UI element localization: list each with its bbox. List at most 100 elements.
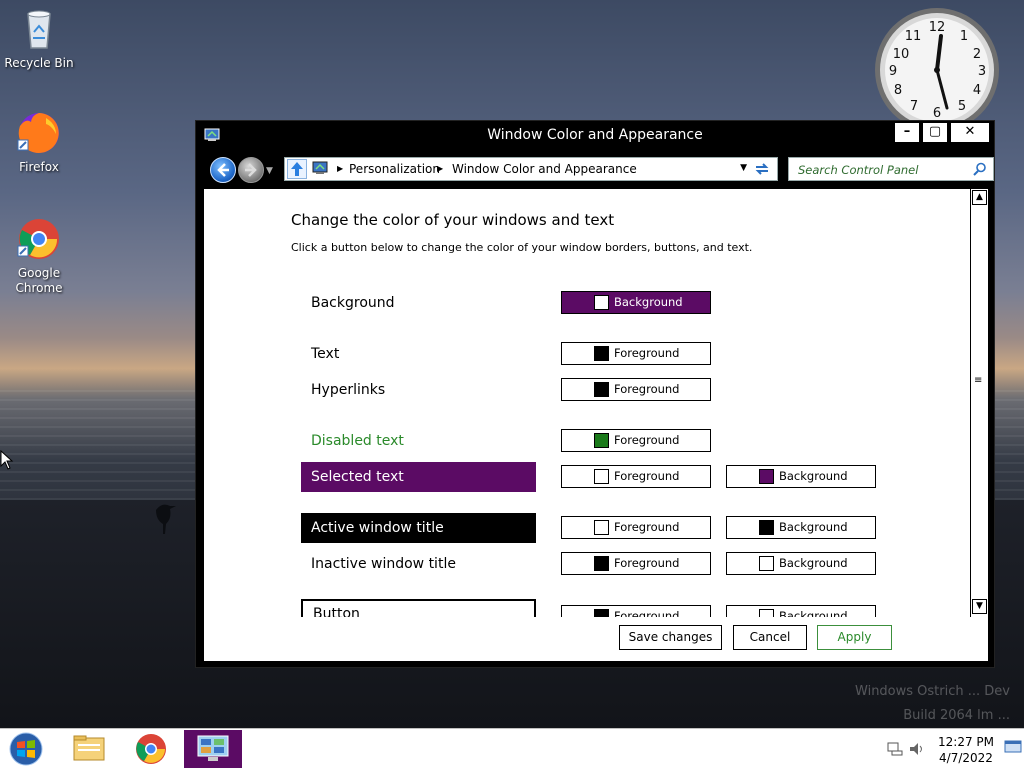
address-dropdown-icon[interactable]: ▼ <box>740 163 747 173</box>
watermark-line1: Windows Ostrich ... Dev <box>855 684 1010 699</box>
clock-date: 4/7/2022 <box>939 751 993 765</box>
close-button[interactable]: ✕ <box>950 122 990 143</box>
minimize-icon: – <box>903 124 911 139</box>
disabled-text-foreground-button[interactable]: Foreground <box>561 429 711 452</box>
breadcrumb-window-color-appearance[interactable]: Window Color and Appearance <box>452 162 637 176</box>
selected-text-foreground-button[interactable]: Foreground <box>561 465 711 488</box>
desktop-icon-recycle-bin[interactable]: Recycle Bin <box>1 6 77 71</box>
scroll-down-icon[interactable]: ▼ <box>972 599 987 614</box>
row-label-active-window-title: Active window title <box>301 513 536 543</box>
button-label: Foreground <box>614 469 680 483</box>
volume-icon[interactable] <box>908 741 926 757</box>
button-label: Background <box>779 520 848 534</box>
clock-gadget[interactable]: 1212 345 678 91011 <box>873 6 1001 134</box>
maximize-button[interactable]: ▢ <box>922 122 948 143</box>
close-icon: ✕ <box>964 124 976 139</box>
minimize-button[interactable]: – <box>894 122 920 143</box>
inactive-title-foreground-button[interactable]: Foreground <box>561 552 711 575</box>
window-color-appearance-window: Window Color and Appearance – ▢ ✕ ▼ ▶ Pe… <box>195 120 995 668</box>
maximize-icon: ▢ <box>928 124 942 139</box>
button-label: Foreground <box>614 346 680 360</box>
forward-arrow-icon <box>245 163 257 177</box>
svg-text:12: 12 <box>929 20 946 35</box>
start-button[interactable] <box>6 731 46 767</box>
desktop-icon-label: Google Chrome <box>15 266 63 295</box>
button-foreground-button[interactable]: Foreground <box>561 605 711 617</box>
firefox-icon <box>16 110 62 156</box>
button-background-button[interactable]: Background <box>726 605 876 617</box>
svg-text:4: 4 <box>973 83 981 98</box>
search-icon[interactable] <box>973 162 987 176</box>
desktop-icon-firefox[interactable]: Firefox <box>1 110 77 175</box>
control-panel-icon <box>197 735 229 761</box>
row-label-button: Button <box>301 599 536 617</box>
taskbar-control-panel[interactable] <box>184 730 242 768</box>
chrome-icon <box>136 734 166 764</box>
save-changes-button[interactable]: Save changes <box>619 625 722 650</box>
taskbar-file-explorer[interactable] <box>60 730 118 768</box>
title-bar[interactable]: Window Color and Appearance – ▢ ✕ <box>196 121 994 151</box>
vertical-scrollbar[interactable]: ▲ ≡ ▼ <box>970 189 988 617</box>
svg-text:1: 1 <box>960 29 968 44</box>
row-label-hyperlinks: Hyperlinks <box>311 382 386 398</box>
color-swatch <box>594 609 609 617</box>
svg-text:11: 11 <box>905 29 922 44</box>
search-box[interactable]: Search Control Panel <box>788 157 994 181</box>
show-desktop-icon[interactable] <box>1004 739 1022 755</box>
clock-time: 12:27 PM <box>938 735 994 749</box>
breadcrumb-personalization[interactable]: Personalization <box>349 162 440 176</box>
svg-text:6: 6 <box>933 106 941 121</box>
button-label: Background <box>779 556 848 570</box>
active-title-background-button[interactable]: Background <box>726 516 876 539</box>
taskbar-clock[interactable]: 12:27 PM 4/7/2022 <box>938 734 994 766</box>
back-button[interactable] <box>210 157 236 183</box>
watermark-line2: Build 2064 lm ... <box>903 708 1010 723</box>
control-panel-icon <box>312 161 328 174</box>
color-swatch <box>594 295 609 310</box>
refresh-icon[interactable] <box>753 160 771 178</box>
color-swatch <box>759 556 774 571</box>
wallpaper-bird <box>156 504 176 534</box>
up-arrow-icon <box>291 162 303 176</box>
network-icon[interactable] <box>886 741 904 757</box>
forward-button[interactable] <box>238 157 264 183</box>
inactive-title-background-button[interactable]: Background <box>726 552 876 575</box>
button-label: Background <box>779 469 848 483</box>
color-swatch <box>594 382 609 397</box>
svg-text:2: 2 <box>973 47 981 62</box>
text-foreground-button[interactable]: Foreground <box>561 342 711 365</box>
svg-text:7: 7 <box>910 99 918 114</box>
color-swatch <box>594 556 609 571</box>
scroll-thumb-grip-icon[interactable]: ≡ <box>974 375 982 386</box>
background-color-button[interactable]: Background <box>561 291 711 314</box>
apply-button[interactable]: Apply <box>817 625 892 650</box>
row-label-inactive-window-title: Inactive window title <box>311 556 456 572</box>
color-swatch <box>759 469 774 484</box>
desktop-icon-label: Firefox <box>19 160 59 174</box>
recent-pages-dropdown-icon[interactable]: ▼ <box>266 166 273 176</box>
row-label-background: Background <box>311 295 395 311</box>
desktop-icon-chrome[interactable]: Google Chrome <box>1 216 77 296</box>
button-label: Background <box>614 295 683 309</box>
cancel-button[interactable]: Cancel <box>733 625 807 650</box>
taskbar: 12:27 PM 4/7/2022 <box>0 728 1024 768</box>
hyperlinks-foreground-button[interactable]: Foreground <box>561 378 711 401</box>
color-swatch <box>594 520 609 535</box>
selected-text-background-button[interactable]: Background <box>726 465 876 488</box>
up-button[interactable] <box>287 159 307 179</box>
address-bar[interactable]: ▶ Personalization ▶ Window Color and App… <box>284 157 778 181</box>
page-subheading: Click a button below to change the color… <box>291 241 753 254</box>
taskbar-chrome[interactable] <box>122 730 180 768</box>
row-label-disabled-text: Disabled text <box>311 433 404 449</box>
window-title: Window Color and Appearance <box>487 127 703 143</box>
svg-text:3: 3 <box>978 64 986 79</box>
active-title-foreground-button[interactable]: Foreground <box>561 516 711 539</box>
desktop-icon-label: Recycle Bin <box>4 56 74 70</box>
file-explorer-icon <box>73 735 105 761</box>
content-pane: Change the color of your windows and tex… <box>204 189 988 661</box>
row-label-text: Text <box>311 346 340 362</box>
scroll-up-icon[interactable]: ▲ <box>972 190 987 205</box>
row-label-selected-text: Selected text <box>301 462 536 492</box>
button-label: Foreground <box>614 520 680 534</box>
recycle-bin-icon <box>16 6 62 52</box>
